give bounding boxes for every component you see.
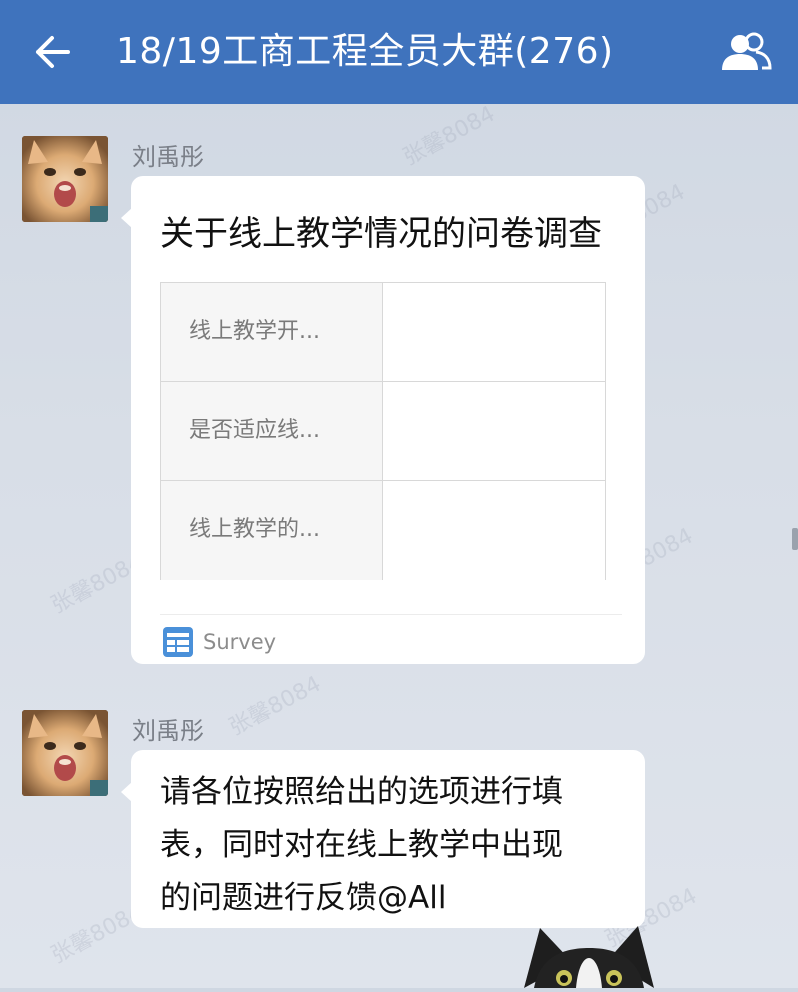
answer-cell[interactable] (383, 481, 605, 580)
message-text: 请各位按照给出的选项进行填 表，同时对在线上教学中出现 的问题进行反馈@All (160, 766, 620, 925)
table-row[interactable]: 是否适应线... (161, 382, 605, 481)
survey-label: Survey (203, 630, 277, 654)
question-cell: 是否适应线... (161, 382, 383, 480)
message-line: 表，同时对在线上教学中出现 (160, 827, 563, 863)
back-button[interactable] (26, 28, 78, 76)
watermark: 张馨8084 (225, 671, 326, 741)
survey-source: Survey (162, 626, 276, 658)
question-cell: 线上教学开... (161, 283, 383, 381)
background-cat-image (514, 922, 664, 988)
survey-title: 关于线上教学情况的问卷调查 (160, 214, 602, 254)
table-row[interactable]: 线上教学开... (161, 283, 605, 382)
group-members-icon (722, 32, 772, 70)
watermark: 张馨8084 (399, 101, 500, 171)
survey-card[interactable]: 关于线上教学情况的问卷调查 线上教学开... 是否适应线... 线上教学的...… (121, 176, 645, 664)
chat-title: 18/19工商工程全员大群(276) (116, 31, 614, 72)
survey-table-icon (163, 627, 193, 657)
message-line: 请各位按照给出的选项进行填 (160, 774, 563, 810)
answer-cell[interactable] (383, 283, 605, 381)
message-bubble[interactable]: 请各位按照给出的选项进行填 表，同时对在线上教学中出现 的问题进行反馈@All (121, 750, 645, 928)
cat-avatar-icon (22, 136, 108, 222)
answer-cell[interactable] (383, 382, 605, 480)
question-cell: 线上教学的... (161, 481, 383, 580)
scrollbar-thumb[interactable] (792, 528, 798, 550)
cat-avatar-icon (22, 710, 108, 796)
message-line: 的问题进行反馈@All (160, 880, 447, 916)
card-divider (160, 614, 622, 615)
group-members-button[interactable] (714, 30, 776, 74)
chat-header: 18/19工商工程全员大群(276) (0, 0, 798, 104)
sender-name: 刘禹彤 (132, 717, 204, 745)
sender-name: 刘禹彤 (132, 143, 204, 171)
table-row[interactable]: 线上教学的... (161, 481, 605, 580)
avatar[interactable] (22, 136, 108, 222)
survey-table[interactable]: 线上教学开... 是否适应线... 线上教学的... (160, 282, 606, 580)
arrow-left-icon (36, 36, 70, 68)
avatar[interactable] (22, 710, 108, 796)
